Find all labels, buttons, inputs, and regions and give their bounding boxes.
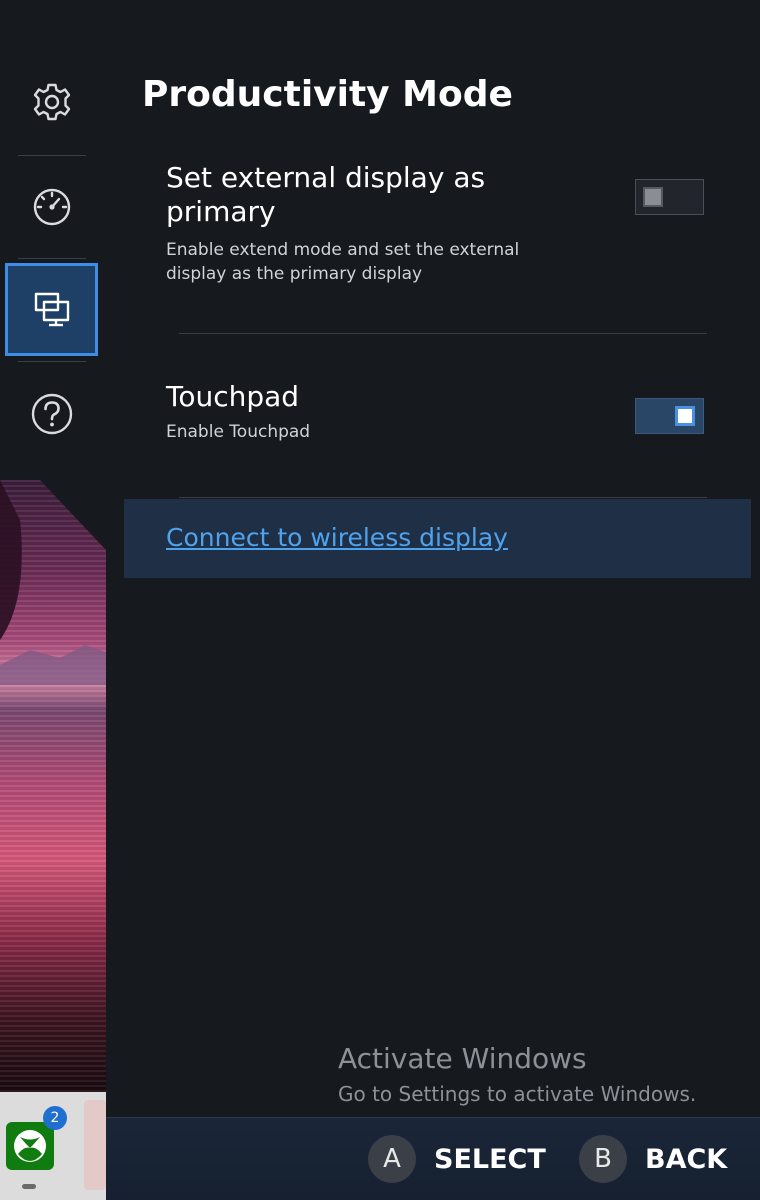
- help-icon: [31, 393, 72, 434]
- external-display-toggle[interactable]: [635, 179, 704, 215]
- b-button-icon: B: [579, 1135, 627, 1183]
- gauge-icon: [33, 188, 70, 225]
- external-display-title: Set external display as primary: [166, 161, 486, 228]
- sidebar: 2: [0, 0, 106, 1200]
- sidebar-item-settings[interactable]: [5, 55, 98, 148]
- setting-divider: [179, 497, 707, 498]
- footer-hints: A SELECT B BACK: [106, 1117, 760, 1200]
- a-button-icon: A: [368, 1135, 416, 1183]
- sidebar-item-help[interactable]: [5, 367, 98, 460]
- setting-divider: [179, 333, 707, 334]
- main-panel: Productivity Mode Set external display a…: [106, 0, 760, 1117]
- wireless-display-row[interactable]: Connect to wireless display: [124, 499, 751, 578]
- sidebar-divider: [18, 155, 86, 156]
- activation-watermark-subtitle: Go to Settings to activate Windows.: [338, 1082, 697, 1106]
- xbox-app-icon[interactable]: [6, 1122, 54, 1170]
- toggle-knob: [643, 187, 663, 207]
- running-indicator: [22, 1184, 36, 1189]
- sidebar-item-performance[interactable]: [5, 160, 98, 253]
- wallpaper-shape: [0, 480, 106, 685]
- sidebar-divider: [18, 361, 86, 362]
- desktop-wallpaper: [0, 480, 106, 1092]
- sidebar-divider: [18, 258, 86, 259]
- taskbar-app-icon[interactable]: [84, 1100, 106, 1190]
- touchpad-title: Touchpad: [166, 380, 300, 413]
- display-icon: [34, 292, 69, 326]
- select-hint[interactable]: A SELECT: [368, 1135, 546, 1183]
- touchpad-toggle[interactable]: [635, 398, 704, 434]
- xbox-icon: [14, 1130, 46, 1162]
- notification-badge: 2: [43, 1106, 67, 1130]
- wireless-display-link[interactable]: Connect to wireless display: [166, 523, 508, 552]
- gear-icon: [33, 83, 70, 120]
- activation-watermark-title: Activate Windows: [338, 1042, 587, 1075]
- touchpad-description: Enable Touchpad: [166, 422, 311, 442]
- toggle-knob: [675, 406, 695, 426]
- page-title: Productivity Mode: [142, 74, 513, 115]
- sidebar-item-productivity[interactable]: [5, 263, 98, 356]
- external-display-description: Enable extend mode and set the external …: [166, 240, 520, 284]
- select-label: SELECT: [434, 1143, 546, 1175]
- app-window: 2 Productivity Mode Set external display…: [0, 0, 760, 1200]
- back-label: BACK: [645, 1143, 728, 1175]
- back-hint[interactable]: B BACK: [579, 1135, 727, 1183]
